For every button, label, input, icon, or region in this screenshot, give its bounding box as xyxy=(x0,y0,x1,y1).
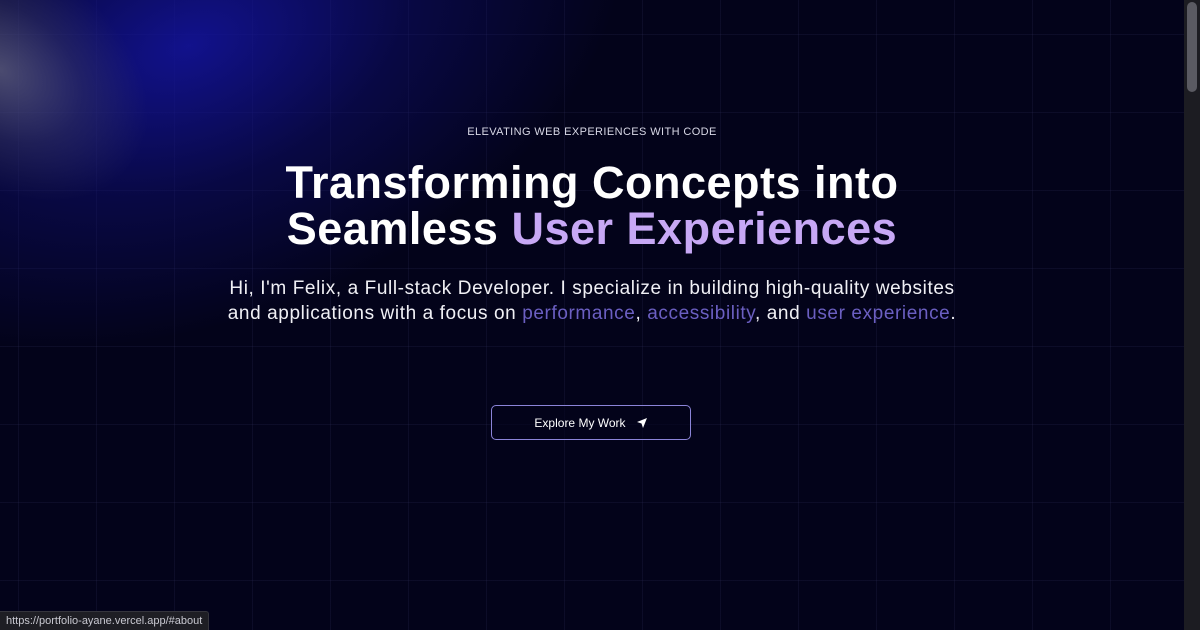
hero-headline: Transforming Concepts into Seamless User… xyxy=(0,160,1184,252)
explore-my-work-button[interactable]: Explore My Work xyxy=(491,405,691,440)
headline-line-1: Transforming Concepts into xyxy=(285,157,899,208)
hero-section: ELEVATING WEB EXPERIENCES WITH CODE Tran… xyxy=(0,126,1184,326)
link-status-bar: https://portfolio-ayane.vercel.app/#abou… xyxy=(0,611,210,630)
intro-highlight-accessibility: accessibility xyxy=(647,303,755,324)
hero-eyebrow: ELEVATING WEB EXPERIENCES WITH CODE xyxy=(467,126,717,138)
explore-button-label: Explore My Work xyxy=(534,415,626,430)
intro-highlight-user-experience: user experience xyxy=(806,303,951,324)
hero-intro: Hi, I'm Felix, a Full-stack Developer. I… xyxy=(222,276,962,326)
intro-end: . xyxy=(950,303,957,324)
intro-highlight-performance: performance xyxy=(522,303,636,324)
navigation-arrow-icon xyxy=(636,417,648,429)
intro-separator: , and xyxy=(755,303,801,324)
scrollbar-thumb[interactable] xyxy=(1187,2,1197,92)
intro-separator: , xyxy=(635,303,642,324)
vertical-scrollbar[interactable] xyxy=(1184,0,1200,630)
headline-line-2-plain: Seamless xyxy=(286,203,499,254)
page-viewport: ELEVATING WEB EXPERIENCES WITH CODE Tran… xyxy=(0,0,1184,630)
headline-accent: User Experiences xyxy=(511,203,898,254)
